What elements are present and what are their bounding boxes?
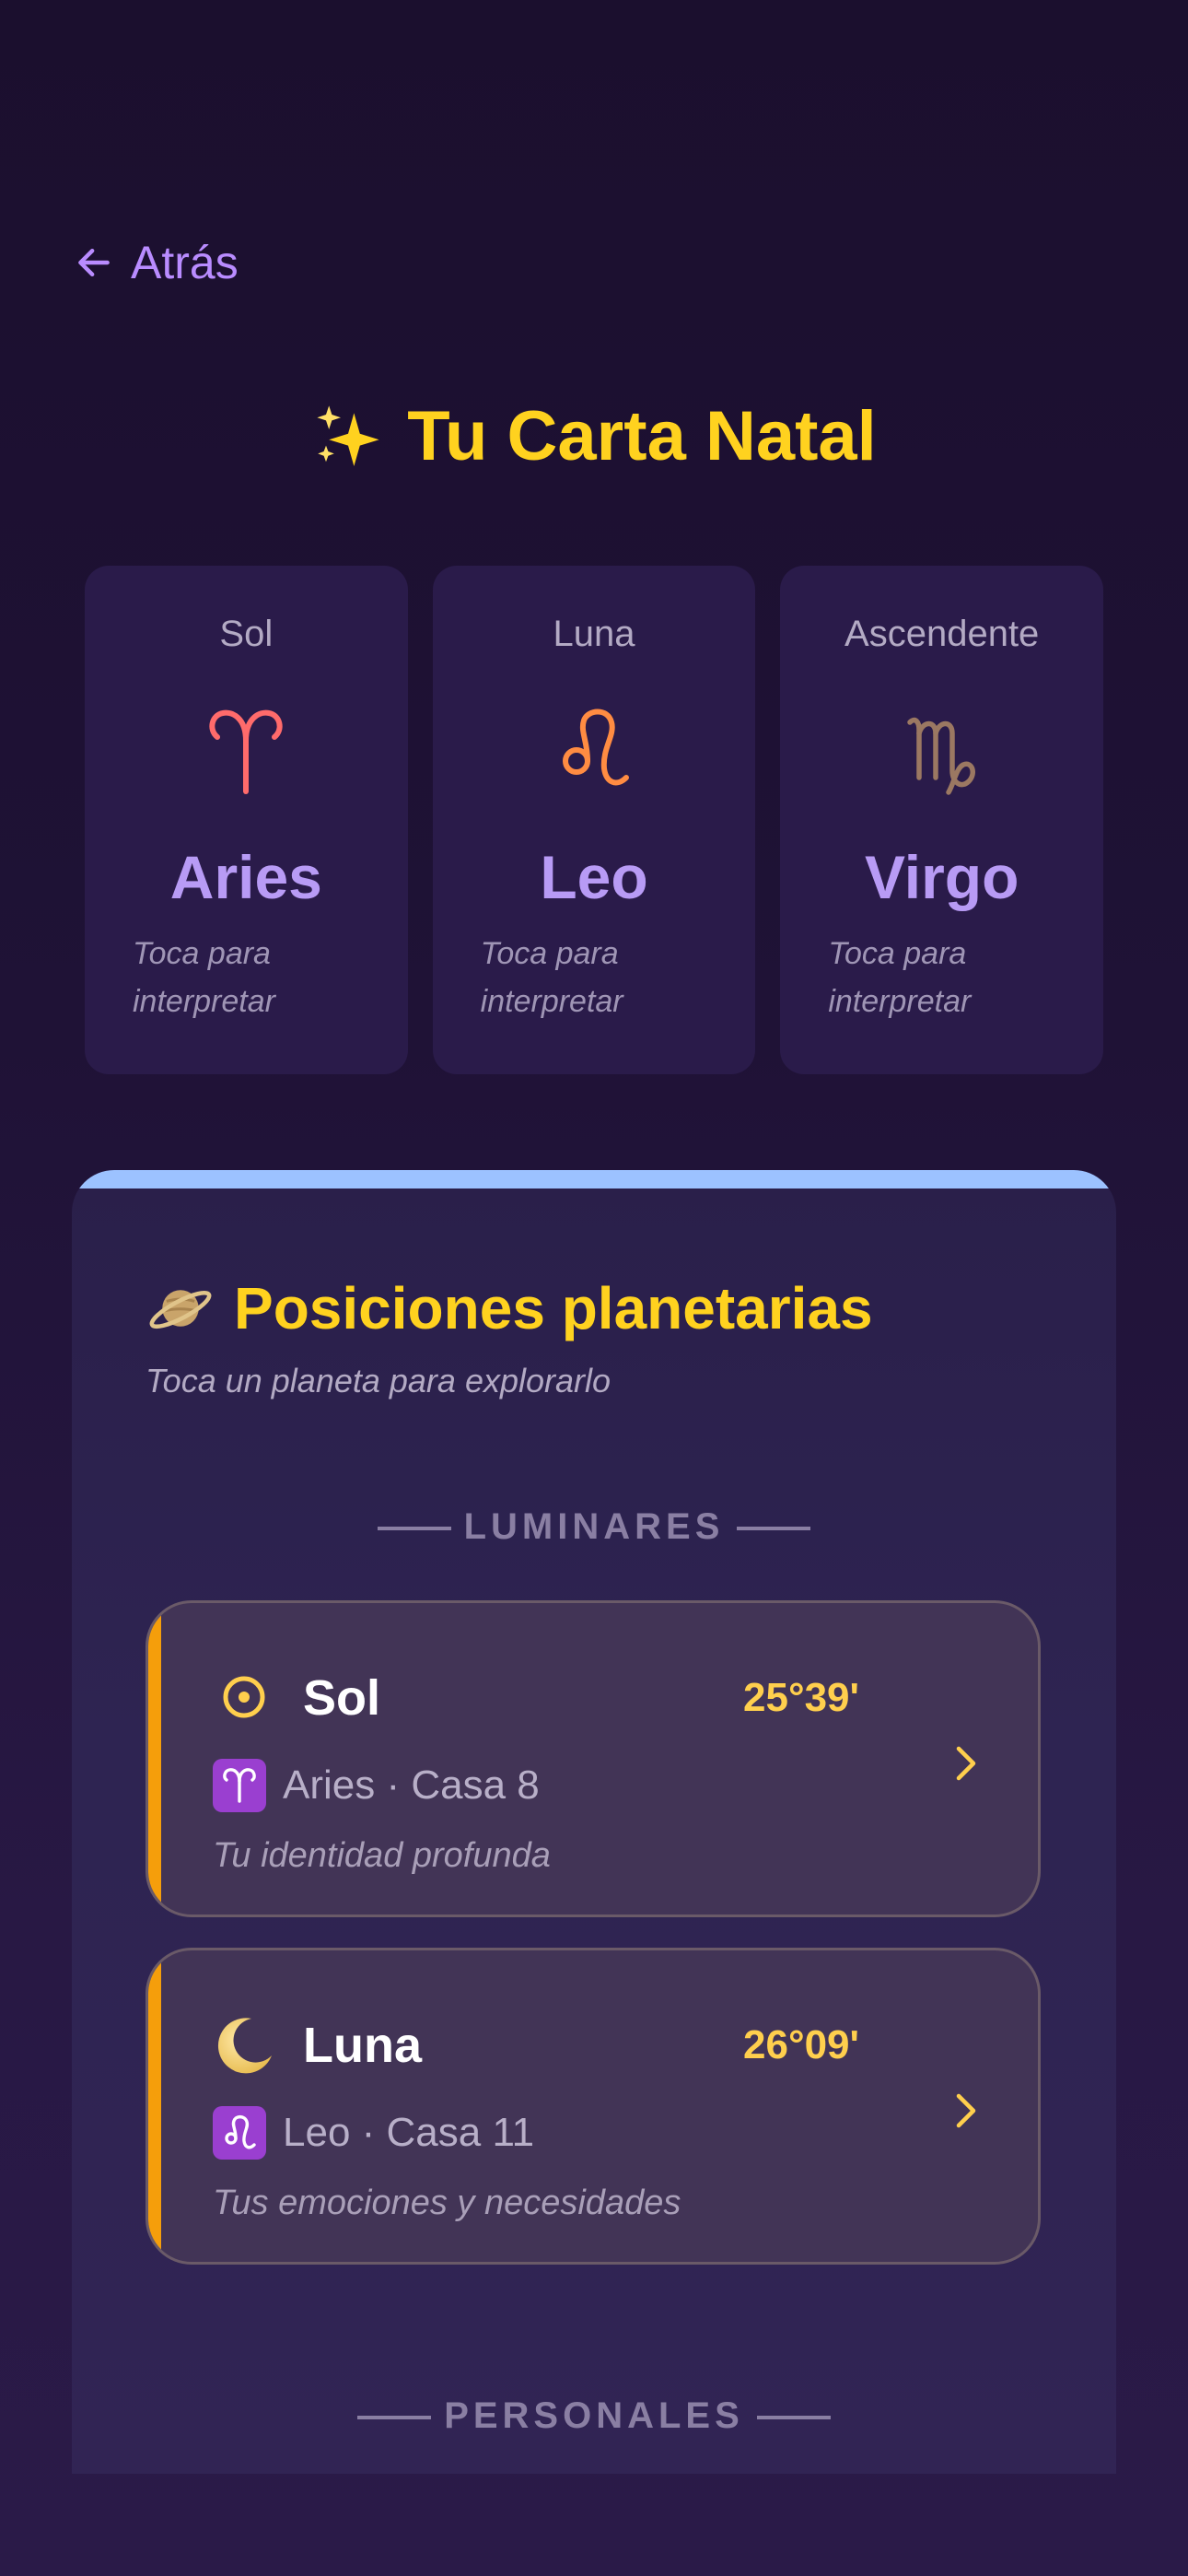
leo-symbol-icon	[433, 704, 756, 796]
planet-degree: 26°09'	[743, 2022, 859, 2067]
card-label: Luna	[553, 614, 635, 654]
panel-title-text: Posiciones planetarias	[234, 1275, 873, 1341]
big-three-cards: Sol Aries Toca para interpretar Luna Leo…	[85, 566, 1104, 1074]
page-title-text: Tu Carta Natal	[407, 397, 877, 475]
planet-sign-text: Aries · Casa 8	[283, 1762, 540, 1808]
divider	[737, 1527, 811, 1531]
sun-sign-card[interactable]: Sol Aries Toca para interpretar	[85, 566, 408, 1074]
row-accent-bar	[148, 1603, 161, 1914]
planet-row-sol[interactable]: Sol 25°39' Aries · Casa 8 Tu identidad p…	[146, 1600, 1041, 1917]
page-title: Tu Carta Natal	[0, 396, 1188, 476]
planet-description: Tu identidad profunda	[213, 1836, 551, 1875]
planet-positions-panel: Posiciones planetarias Toca un planeta p…	[72, 1170, 1116, 2474]
ascendant-sign-card[interactable]: Ascendente Virgo Toca para interpretar	[780, 566, 1104, 1074]
sun-icon	[223, 1676, 265, 1718]
row-accent-bar	[148, 1950, 161, 2262]
section-header-personales: PERSONALES	[72, 2395, 1116, 2437]
back-label: Atrás	[131, 237, 239, 288]
section-title: PERSONALES	[444, 2395, 744, 2436]
arrow-left-icon	[78, 248, 110, 277]
moon-sign-card[interactable]: Luna Leo Toca para interpretar	[432, 566, 756, 1074]
section-header-luminares: LUMINARES	[72, 1506, 1116, 1548]
sparkles-icon	[317, 404, 379, 466]
back-button[interactable]: Atrás	[74, 230, 239, 295]
crescent-moon-icon	[217, 2018, 272, 2074]
aries-badge-icon	[213, 1759, 266, 1812]
card-label: Ascendente	[844, 614, 1040, 654]
planet-sign-line: Leo · Casa 11	[213, 2105, 534, 2160]
leo-badge-icon	[213, 2106, 266, 2160]
planet-name: Luna	[303, 2018, 422, 2073]
divider	[357, 2416, 432, 2420]
planet-sign-text: Leo · Casa 11	[283, 2110, 535, 2155]
section-title: LUMINARES	[463, 1506, 725, 1547]
planet-sign-line: Aries · Casa 8	[213, 1758, 540, 1813]
sign-name: Aries	[169, 843, 322, 911]
divider	[377, 1527, 451, 1531]
planet-description: Tus emociones y necesidades	[213, 2184, 681, 2222]
card-hint: Toca para interpretar	[133, 936, 275, 1019]
chevron-right-icon	[956, 2093, 976, 2128]
planet-row-luna[interactable]: Luna 26°09' Leo · Casa 11 Tus emociones …	[146, 1948, 1041, 2265]
planet-degree: 25°39'	[743, 1675, 859, 1720]
virgo-symbol-icon	[780, 704, 1103, 796]
planet-name: Sol	[303, 1670, 381, 1726]
saturn-icon	[149, 1290, 212, 1329]
panel-accent-bar	[72, 1170, 1116, 1188]
panel-title: Posiciones planetarias	[146, 1262, 873, 1354]
sign-name: Virgo	[864, 843, 1019, 911]
card-hint: Toca para interpretar	[828, 936, 972, 1019]
chevron-right-icon	[956, 1746, 976, 1781]
card-label: Sol	[219, 614, 274, 654]
divider	[756, 2416, 831, 2420]
panel-subtitle: Toca un planeta para explorarlo	[146, 1362, 611, 1399]
sign-name: Leo	[540, 843, 648, 911]
card-hint: Toca para interpretar	[480, 936, 623, 1019]
aries-symbol-icon	[85, 704, 408, 796]
